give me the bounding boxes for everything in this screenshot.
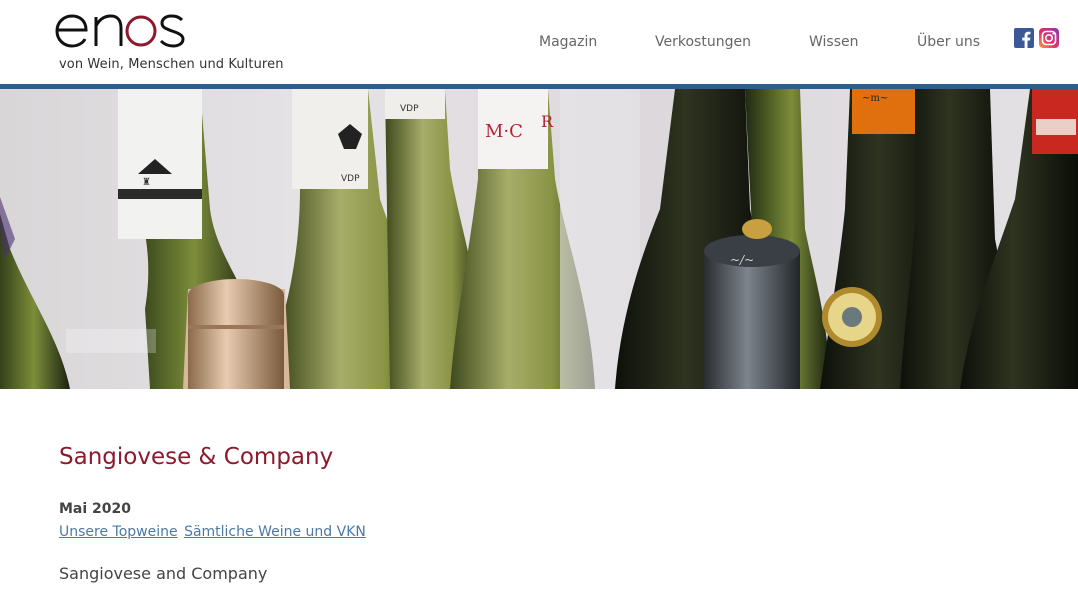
- page-title: Sangiovese & Company: [59, 444, 334, 470]
- site-header: von Wein, Menschen und Kulturen Magazin …: [0, 0, 1078, 84]
- svg-text:~m~: ~m~: [862, 93, 888, 104]
- article-subtitle: Sangiovese and Company: [59, 564, 268, 583]
- nav-item-wissen[interactable]: Wissen: [809, 34, 859, 50]
- instagram-icon[interactable]: [1039, 28, 1059, 48]
- bottle-label-mc: M·C: [485, 121, 523, 142]
- svg-text:R: R: [541, 112, 554, 131]
- nav-item-ueber-uns[interactable]: Über uns: [917, 34, 980, 50]
- nav-item-magazin[interactable]: Magazin: [539, 34, 597, 50]
- main-nav: Magazin Verkostungen Wissen Über uns: [0, 34, 1078, 54]
- nav-item-verkostungen[interactable]: Verkostungen: [655, 34, 751, 50]
- facebook-icon[interactable]: [1014, 28, 1034, 48]
- svg-text:~/~: ~/~: [730, 253, 754, 267]
- bottle-label-vdp-2: VDP: [400, 104, 419, 114]
- publish-date: Mai 2020: [59, 501, 132, 517]
- site-tagline: von Wein, Menschen und Kulturen: [59, 57, 284, 72]
- wine-bottles-photo: ♜ VDP VDP M·C R ~m~ ~/~: [0, 89, 1078, 389]
- hero-image-wine-bottles: ♜ VDP VDP M·C R ~m~ ~/~: [0, 89, 1078, 389]
- svg-text:♜: ♜: [142, 177, 151, 188]
- article-links: Unsere Topweine Sämtliche Weine und VKN: [59, 524, 368, 540]
- link-unsere-topweine[interactable]: Unsere Topweine: [59, 524, 178, 540]
- link-saemtliche-weine[interactable]: Sämtliche Weine und VKN: [184, 524, 366, 540]
- bottle-label-vdp: VDP: [341, 174, 360, 184]
